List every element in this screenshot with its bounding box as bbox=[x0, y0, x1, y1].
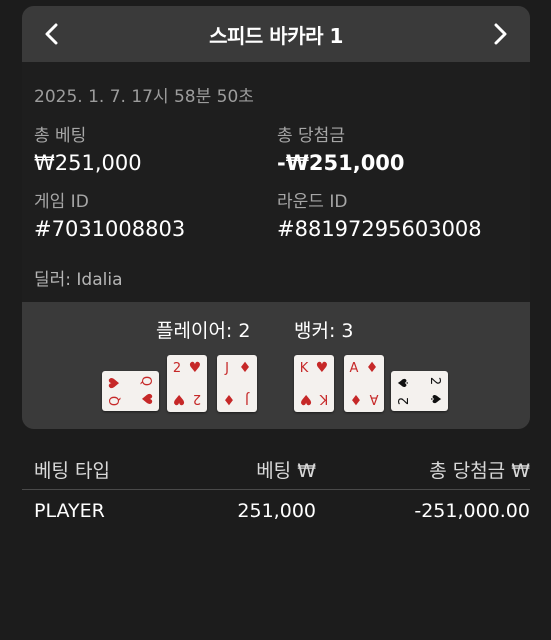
player-card-1: Q ♥ ♥ Q bbox=[102, 371, 159, 411]
svg-text:Q: Q bbox=[138, 376, 153, 386]
game-id-value: #7031008803 bbox=[34, 217, 186, 241]
svg-text:2: 2 bbox=[427, 377, 442, 385]
svg-text:♦: ♦ bbox=[350, 391, 363, 407]
chevron-left-icon bbox=[45, 23, 58, 45]
svg-text:♥: ♥ bbox=[138, 393, 154, 406]
header-bar: 스피드 바카라 1 bbox=[22, 6, 530, 62]
banker-card-2: A ♦ ♦ A bbox=[344, 355, 384, 412]
svg-text:♠: ♠ bbox=[427, 393, 443, 406]
banker-score: 뱅커: 3 bbox=[294, 320, 354, 342]
svg-text:♥: ♥ bbox=[173, 391, 186, 407]
svg-text:K: K bbox=[300, 361, 309, 376]
svg-text:2: 2 bbox=[193, 391, 201, 406]
banker-card-1: K ♥ ♥ K bbox=[294, 355, 334, 412]
svg-text:♥: ♥ bbox=[189, 360, 202, 376]
svg-text:2: 2 bbox=[173, 361, 181, 376]
player-card-2: 2 ♥ ♥ 2 bbox=[167, 355, 207, 412]
round-details: 2025. 1. 7. 17시 58분 50초 총 베팅 ₩251,000 총 … bbox=[22, 62, 530, 302]
page-title: 스피드 바카라 1 bbox=[209, 23, 343, 48]
round-detail-panel: 스피드 바카라 1 2025. 1. 7. 17시 58분 50초 총 베팅 ₩… bbox=[22, 6, 530, 429]
svg-text:K: K bbox=[319, 391, 328, 406]
col-bet-type: 베팅 타입 bbox=[34, 460, 110, 482]
svg-text:♥: ♥ bbox=[107, 377, 123, 390]
svg-text:J: J bbox=[245, 391, 250, 406]
row-bet-amount: 251,000 bbox=[237, 500, 316, 522]
svg-text:J: J bbox=[224, 361, 229, 376]
svg-text:♠: ♠ bbox=[396, 377, 412, 390]
total-win-value: -₩251,000 bbox=[277, 151, 405, 175]
svg-text:2: 2 bbox=[397, 397, 412, 405]
banker-card-3: 2 ♠ ♠ 2 bbox=[391, 371, 448, 411]
svg-text:♥: ♥ bbox=[300, 391, 313, 407]
round-id-label: 라운드 ID bbox=[277, 192, 348, 212]
svg-text:♦: ♦ bbox=[366, 360, 379, 376]
round-datetime: 2025. 1. 7. 17시 58분 50초 bbox=[34, 87, 254, 107]
bet-results-table: 베팅 타입 베팅 ₩ 총 당첨금 ₩ PLAYER 251,000 -251,0… bbox=[22, 450, 530, 522]
round-id-value: #88197295603008 bbox=[277, 217, 482, 241]
prev-round-button[interactable] bbox=[32, 14, 72, 54]
svg-text:♦: ♦ bbox=[223, 391, 236, 407]
total-bet-label: 총 베팅 bbox=[34, 126, 87, 146]
next-round-button[interactable] bbox=[480, 14, 520, 54]
svg-text:♥: ♥ bbox=[316, 360, 329, 376]
col-bet-amount: 베팅 ₩ bbox=[256, 460, 316, 482]
svg-text:A: A bbox=[369, 391, 378, 406]
dealer-name: 딜러: Idalia bbox=[34, 270, 123, 290]
row-bet-type: PLAYER bbox=[34, 500, 105, 522]
player-score: 플레이어: 2 bbox=[156, 320, 251, 342]
svg-text:Q: Q bbox=[108, 396, 123, 406]
chevron-right-icon bbox=[494, 23, 507, 45]
col-total-win: 총 당첨금 ₩ bbox=[429, 460, 530, 482]
player-card-3: J ♦ ♦ J bbox=[217, 355, 257, 412]
cards-area: 플레이어: 2 뱅커: 3 Q ♥ ♥ Q 2 ♥ ♥ 2 J ♦ ♦ J K ♥ ♥ K A ♦ ♦ A 2 ♠ ♠ 2 bbox=[22, 302, 530, 429]
game-id-label: 게임 ID bbox=[34, 192, 89, 212]
row-total-win: -251,000.00 bbox=[414, 500, 530, 522]
svg-text:A: A bbox=[350, 361, 359, 376]
total-win-label: 총 당첨금 bbox=[277, 126, 345, 146]
svg-text:♦: ♦ bbox=[239, 360, 252, 376]
total-bet-value: ₩251,000 bbox=[34, 151, 142, 175]
table-header: 베팅 타입 베팅 ₩ 총 당첨금 ₩ bbox=[22, 450, 530, 490]
